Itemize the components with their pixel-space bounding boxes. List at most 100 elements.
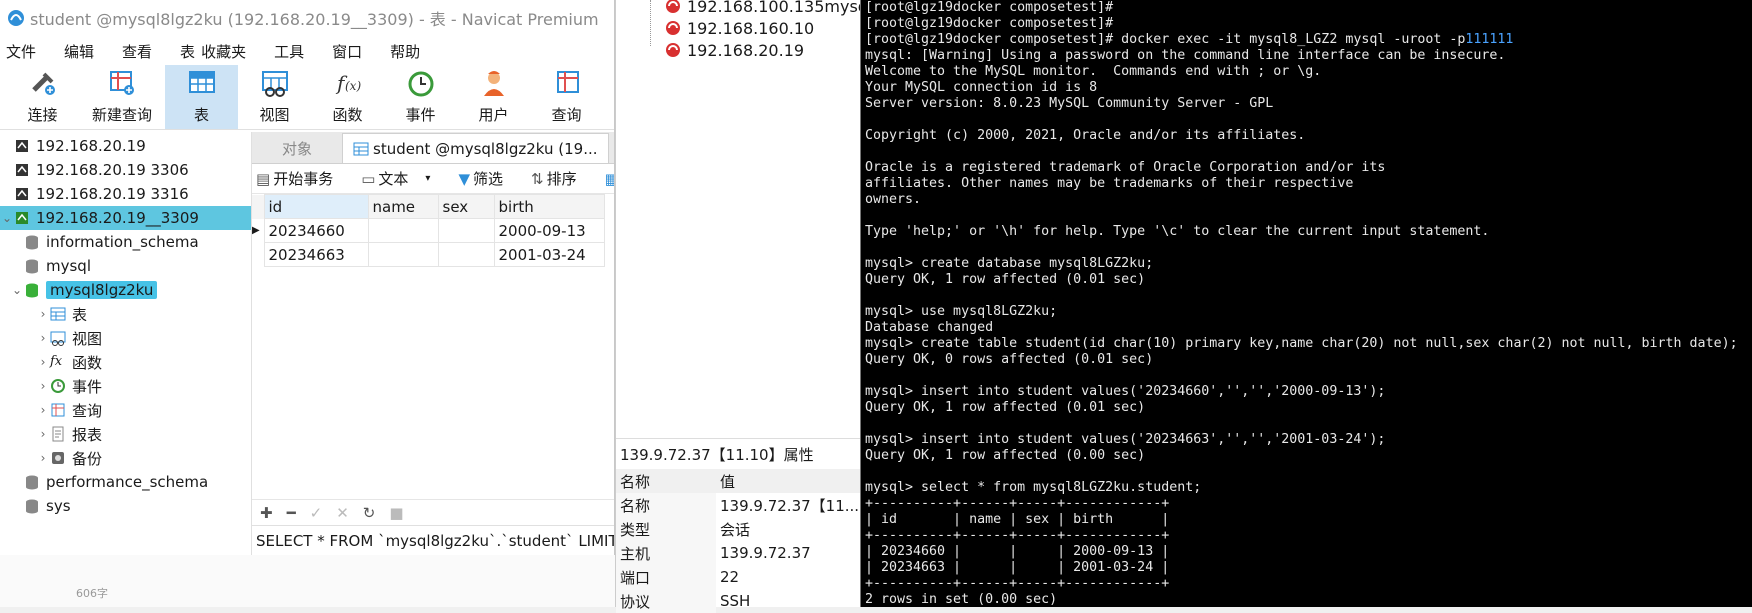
connection-item[interactable]: 192.168.20.19 3306 <box>0 158 251 182</box>
plug-icon <box>31 72 55 95</box>
query-button[interactable]: 查询 <box>530 65 603 129</box>
connect-button[interactable]: 连接 <box>6 65 79 129</box>
filter-button[interactable]: ▼ 筛选 <box>458 168 517 189</box>
query-label: 查询 <box>551 106 582 124</box>
column-header[interactable]: birth <box>493 194 605 219</box>
column-header[interactable]: name <box>367 194 439 219</box>
terminal-line: mysql> select * from mysql8LGZ2ku.studen… <box>865 480 1202 495</box>
grid-cell[interactable] <box>367 218 439 243</box>
collapse-chevron-icon[interactable]: ⌄ <box>10 283 24 297</box>
view-button[interactable]: 视图 <box>238 65 311 129</box>
function-icon: fx <box>50 354 63 369</box>
tree-reports[interactable]: › 报表 <box>0 422 251 446</box>
table-row[interactable]: ▶ 20234660 2000-09-13 <box>252 218 605 243</box>
menu-favorites[interactable]: 收藏夹 <box>201 41 246 62</box>
table-button[interactable]: 表 <box>165 65 238 129</box>
import-button[interactable]: ▦导入 <box>605 168 614 189</box>
expand-chevron-icon[interactable]: › <box>36 307 50 321</box>
menu-window[interactable]: 窗口 <box>332 41 362 62</box>
terminal-line: Type 'help;' or '\h' for help. Type '\c'… <box>865 224 1490 239</box>
stop-icon[interactable]: ■ <box>389 504 403 522</box>
database-item-open[interactable]: ⌄ mysql8lgz2ku <box>0 278 251 302</box>
expand-chevron-icon[interactable]: › <box>36 427 50 441</box>
tree-views[interactable]: › 视图 <box>0 326 251 350</box>
menu-view[interactable]: 查看 <box>122 41 152 62</box>
session-item[interactable]: 192.168.20.19 <box>664 39 804 61</box>
add-row-icon[interactable]: ✚ <box>260 504 273 522</box>
collapse-chevron-icon[interactable]: ⌄ <box>0 211 14 225</box>
session-icon <box>666 0 680 13</box>
table-icon <box>188 71 215 93</box>
connection-item-selected[interactable]: ⌄ 192.168.20.19__3309 <box>0 206 251 230</box>
tree-backups[interactable]: › 备份 <box>0 446 251 470</box>
delete-row-icon[interactable]: ━ <box>287 504 296 522</box>
grid-cell[interactable] <box>367 242 439 267</box>
terminal-line: Query OK, 0 rows affected (0.01 sec) <box>865 352 1154 367</box>
menu-tools[interactable]: 工具 <box>274 41 304 62</box>
menu-file[interactable]: 文件 <box>6 41 36 62</box>
property-row[interactable]: 名称 139.9.72.37【11... <box>616 493 861 517</box>
grid-cell[interactable] <box>437 218 495 243</box>
database-item[interactable]: performance_schema <box>0 470 251 494</box>
expand-chevron-icon[interactable]: › <box>36 331 50 345</box>
event-button[interactable]: 事件 <box>384 65 457 129</box>
grid-cell[interactable]: 2001-03-24 <box>493 242 605 267</box>
tab-student[interactable]: student @mysql8lgz2ku (19... <box>342 133 609 163</box>
expand-chevron-icon[interactable]: › <box>36 403 50 417</box>
property-row[interactable]: 主机 139.9.72.37 <box>616 541 861 565</box>
connection-item[interactable]: 192.168.20.19 <box>0 134 251 158</box>
grid-cell[interactable]: 20234660 <box>263 218 369 243</box>
title-bar: student @mysql8lgz2ku (192.168.20.19__33… <box>0 0 614 36</box>
expand-chevron-icon[interactable]: › <box>36 451 50 465</box>
property-row[interactable]: 端口 22 <box>616 565 861 589</box>
new-query-icon <box>110 71 134 95</box>
grid-cell[interactable] <box>437 242 495 267</box>
terminal-line: 2 rows in set (0.00 sec) <box>865 592 1058 607</box>
connection-item[interactable]: 192.168.20.19 3316 <box>0 182 251 206</box>
function-label: 函数 <box>332 106 363 124</box>
word-count: 606字 <box>76 587 108 600</box>
terminal[interactable]: [root@lgz19docker composetest]# [root@lgz… <box>860 0 1752 607</box>
text-button[interactable]: ▭ 文本 ▾ <box>361 168 444 189</box>
table-row[interactable]: 20234663 2001-03-24 <box>252 242 605 267</box>
database-icon <box>24 282 40 298</box>
user-button[interactable]: 用户 <box>457 65 530 129</box>
expand-chevron-icon[interactable]: › <box>36 379 50 393</box>
session-item[interactable]: 192.168.160.10 <box>664 17 814 39</box>
tree-functions[interactable]: › fx 函数 <box>0 350 251 374</box>
discard-icon[interactable]: ✕ <box>336 504 349 522</box>
database-item[interactable]: mysql <box>0 254 251 278</box>
navicat-logo-icon <box>6 8 26 28</box>
session-manager: 192.168.100.135mysql 192.168.160.10 192.… <box>615 0 872 613</box>
column-header[interactable]: id <box>263 194 369 219</box>
menu-help[interactable]: 帮助 <box>390 41 420 62</box>
apply-icon[interactable]: ✓ <box>310 504 323 522</box>
tab-objects[interactable]: 对象 <box>252 133 342 163</box>
tree-tables[interactable]: › 表 <box>0 302 251 326</box>
new-query-button[interactable]: 新建查询 <box>79 65 165 129</box>
begin-transaction-button[interactable]: ▤ 开始事务 <box>256 168 347 189</box>
menu-edit[interactable]: 编辑 <box>64 41 94 62</box>
tree-queries[interactable]: › 查询 <box>0 398 251 422</box>
refresh-icon[interactable]: ↻ <box>363 504 376 522</box>
expand-chevron-icon[interactable]: › <box>36 355 50 369</box>
grid-cell[interactable]: 20234663 <box>263 242 369 267</box>
property-row[interactable]: 协议 SSH <box>616 589 861 613</box>
tree-events[interactable]: › 事件 <box>0 374 251 398</box>
mysql-connection-icon <box>14 162 30 178</box>
grid-cell[interactable]: 2000-09-13 <box>493 218 605 243</box>
terminal-line: +----------+------+-----+------------+ <box>865 576 1170 591</box>
terminal-line: Database changed <box>865 320 994 335</box>
menu-table[interactable]: 表 <box>180 41 195 62</box>
connect-label: 连接 <box>27 106 58 124</box>
database-item[interactable]: sys <box>0 494 251 518</box>
database-item[interactable]: information_schema <box>0 230 251 254</box>
session-item[interactable]: 192.168.100.135mysql <box>664 0 872 17</box>
property-row[interactable]: 类型 会话 <box>616 517 861 541</box>
sort-button[interactable]: ⇅ 排序 <box>531 168 591 189</box>
terminal-line: [root@lgz19docker composetest]# <box>865 16 1114 31</box>
column-header[interactable]: sex <box>437 194 495 219</box>
new-query-label: 新建查询 <box>91 106 152 124</box>
function-button[interactable]: f (x) 函数 <box>311 65 384 129</box>
